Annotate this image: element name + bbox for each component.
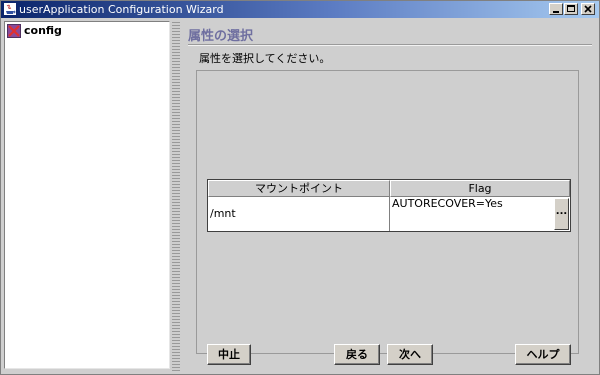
wizard-window: userApplication Configuration Wizard con…: [0, 0, 600, 375]
java-app-icon: [4, 3, 16, 15]
title-bar[interactable]: userApplication Configuration Wizard: [1, 1, 599, 18]
attribute-table[interactable]: マウントポイント Flag /mnt AUTORECOVER=Yes ...: [207, 179, 571, 232]
minimize-icon: [553, 11, 559, 13]
close-button[interactable]: [581, 3, 595, 15]
flag-cell[interactable]: AUTORECOVER=Yes: [392, 197, 552, 231]
help-button[interactable]: ヘルプ: [515, 344, 571, 365]
window-title: userApplication Configuration Wizard: [19, 3, 224, 16]
attribute-panel: マウントポイント Flag /mnt AUTORECOVER=Yes ...: [196, 70, 579, 354]
mount-point-cell[interactable]: /mnt: [210, 197, 388, 231]
column-header-mount-point[interactable]: マウントポイント: [208, 180, 390, 197]
wizard-content-area: 属性の選択 属性を選択してください。 マウントポイント Flag /mnt AU…: [182, 19, 598, 373]
back-button[interactable]: 戻る: [334, 344, 380, 365]
pane-splitter[interactable]: [172, 21, 180, 371]
maximize-icon: [567, 5, 575, 12]
flag-edit-button[interactable]: ...: [554, 198, 569, 230]
minimize-button[interactable]: [549, 3, 563, 15]
maximize-button[interactable]: [564, 3, 578, 15]
next-button[interactable]: 次へ: [387, 344, 433, 365]
cancel-button[interactable]: 中止: [207, 344, 251, 365]
instruction-text: 属性を選択してください。: [199, 52, 331, 65]
config-node-icon: [7, 24, 21, 38]
tree-item-label: config: [24, 24, 62, 37]
config-tree-panel[interactable]: config: [4, 21, 170, 369]
column-divider: [389, 197, 390, 231]
column-header-flag[interactable]: Flag: [390, 180, 570, 197]
title-divider: [188, 44, 592, 46]
close-icon: [584, 5, 592, 13]
page-title: 属性の選択: [188, 29, 254, 44]
